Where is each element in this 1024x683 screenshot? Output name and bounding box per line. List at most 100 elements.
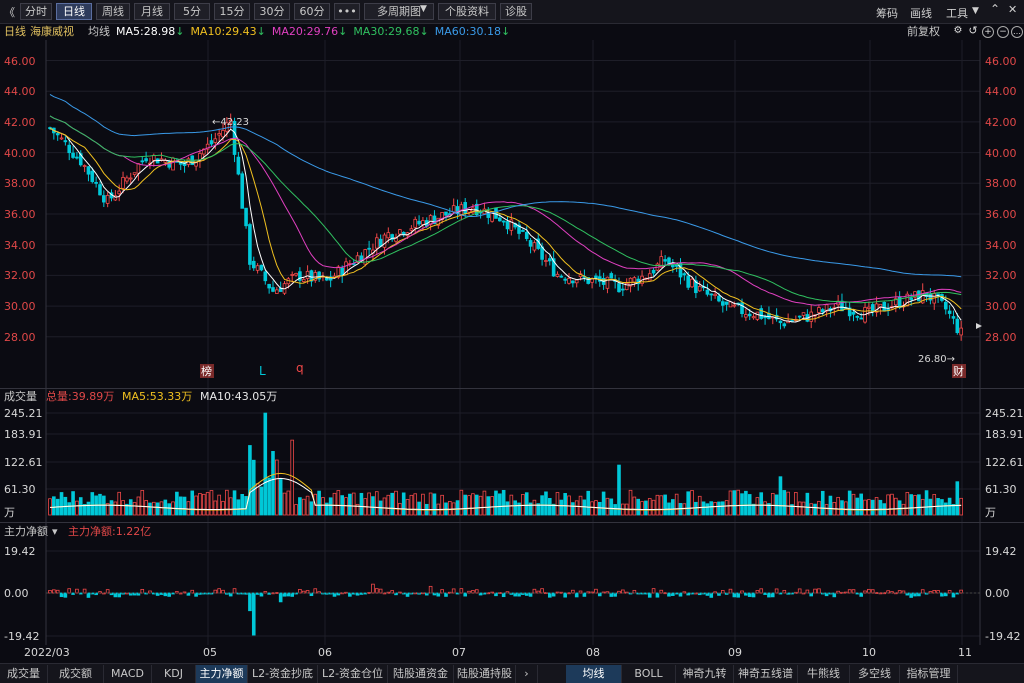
next-arrow-icon[interactable]: › xyxy=(516,665,538,683)
volume-bar xyxy=(113,501,118,516)
volume-bar xyxy=(132,502,137,516)
volume-bar xyxy=(240,493,245,516)
volume-bar xyxy=(782,490,787,516)
flow-tick-right: -19.42 xyxy=(985,630,1021,643)
net-flow-bar xyxy=(728,588,733,594)
volume-bar xyxy=(286,490,291,516)
candle xyxy=(705,289,710,295)
volume-bar xyxy=(421,493,425,516)
price-tick-left: 32.00 xyxy=(4,269,36,283)
indicator-tab-1[interactable]: 成交额 xyxy=(48,665,104,683)
overlay-tab-1[interactable]: BOLL xyxy=(622,665,676,683)
overlay-tab-5[interactable]: 多空线 xyxy=(850,665,900,683)
indicator-tab-7[interactable]: 陆股通资金 xyxy=(388,665,454,683)
indicator-tab-4[interactable]: 主力净额 xyxy=(196,665,248,683)
volume-bar xyxy=(213,500,218,516)
volume-bar xyxy=(290,439,295,516)
volume-bar xyxy=(605,497,610,516)
indicator-tab-0[interactable]: 成交量 xyxy=(0,665,48,683)
candle xyxy=(744,314,748,318)
net-flow-bar xyxy=(298,588,302,594)
candle xyxy=(82,165,87,167)
candle xyxy=(59,137,64,140)
volume-bar xyxy=(571,502,575,516)
candle xyxy=(121,177,125,189)
candle xyxy=(574,279,579,284)
volume-bar xyxy=(332,492,337,516)
volume-bar xyxy=(740,493,744,516)
candle xyxy=(724,301,729,305)
indicator-tab-8[interactable]: 陆股通持股 xyxy=(454,665,516,683)
price-tick-left: 42.00 xyxy=(4,115,36,129)
indicator-tab-5[interactable]: L2-资金抄底 xyxy=(248,665,318,683)
volume-bar xyxy=(701,501,706,516)
cai-badge-text: 财 xyxy=(953,364,964,378)
volume-bar xyxy=(863,499,867,516)
flow-tick-left: 19.42 xyxy=(4,545,36,558)
overlay-tab-4[interactable]: 牛熊线 xyxy=(798,665,850,683)
volume-bar xyxy=(71,491,75,516)
net-flow-bar xyxy=(532,588,537,594)
net-flow-bar xyxy=(251,592,256,636)
candle xyxy=(728,301,733,308)
candle xyxy=(263,271,268,282)
volume-bar xyxy=(225,489,229,516)
flow-dropdown-icon[interactable]: ▾ xyxy=(52,524,58,540)
net-flow-bar xyxy=(451,588,456,594)
volume-bar xyxy=(628,489,633,516)
date-tick: 05 xyxy=(203,646,217,659)
net-flow-bar xyxy=(594,588,598,594)
volume-bar xyxy=(75,500,79,516)
candle xyxy=(417,220,421,225)
candle xyxy=(567,277,571,284)
volume-tick-left: 122.61 xyxy=(4,456,43,469)
indicator-tab-2[interactable]: MACD xyxy=(104,665,152,683)
volume-bar xyxy=(840,500,844,516)
net-flow-bar xyxy=(751,592,756,598)
kline-chart[interactable]: ←42.23 26.80→ 榜 财 L q xyxy=(0,0,1024,663)
overlay-tab-3[interactable]: 神奇五线谱 xyxy=(734,665,798,683)
volume-bar xyxy=(509,494,514,516)
overlay-tab-6[interactable]: 指标管理 xyxy=(900,665,958,683)
candle xyxy=(463,202,468,214)
volume-bar xyxy=(720,501,725,516)
indicator-tab-6[interactable]: L2-资金仓位 xyxy=(318,665,388,683)
volume-bar xyxy=(686,491,690,516)
volume-bar xyxy=(209,490,214,516)
net-flow-bar xyxy=(290,592,295,597)
price-tick-right: 46.00 xyxy=(985,54,1017,68)
flow-title[interactable]: 主力净额 xyxy=(4,524,48,540)
volume-bar xyxy=(371,496,375,516)
indicator-tab-3[interactable]: KDJ xyxy=(152,665,196,683)
volume-bar xyxy=(897,500,902,516)
volume-bar xyxy=(298,497,302,516)
candle xyxy=(105,195,110,204)
volume-bar xyxy=(159,501,164,516)
volume-bar xyxy=(770,493,775,516)
candle xyxy=(136,163,141,174)
candle xyxy=(140,160,145,163)
net-flow-bar xyxy=(501,592,506,598)
net-flow-bar xyxy=(817,588,821,594)
candle xyxy=(751,316,756,319)
volume-bar xyxy=(278,479,283,516)
volume-bar xyxy=(763,501,767,516)
overlay-tab-0[interactable]: 均线 xyxy=(566,665,622,683)
candle xyxy=(547,258,552,262)
volume-bar xyxy=(413,493,418,516)
volume-bar xyxy=(532,499,537,516)
volume-bar xyxy=(459,489,464,516)
date-tick: 2022/03 xyxy=(24,646,70,659)
candle xyxy=(955,318,960,334)
price-tick-left: 30.00 xyxy=(4,300,36,314)
price-tick-left: 36.00 xyxy=(4,208,36,221)
candle xyxy=(571,280,575,284)
volume-bar xyxy=(586,490,591,516)
volume-bar xyxy=(140,490,145,516)
candle xyxy=(259,264,264,271)
volume-title: 成交量 xyxy=(4,390,37,403)
volume-bar xyxy=(574,500,579,516)
overlay-tab-2[interactable]: 神奇九转 xyxy=(676,665,734,683)
volume-bar xyxy=(359,492,364,516)
candle xyxy=(401,231,406,235)
